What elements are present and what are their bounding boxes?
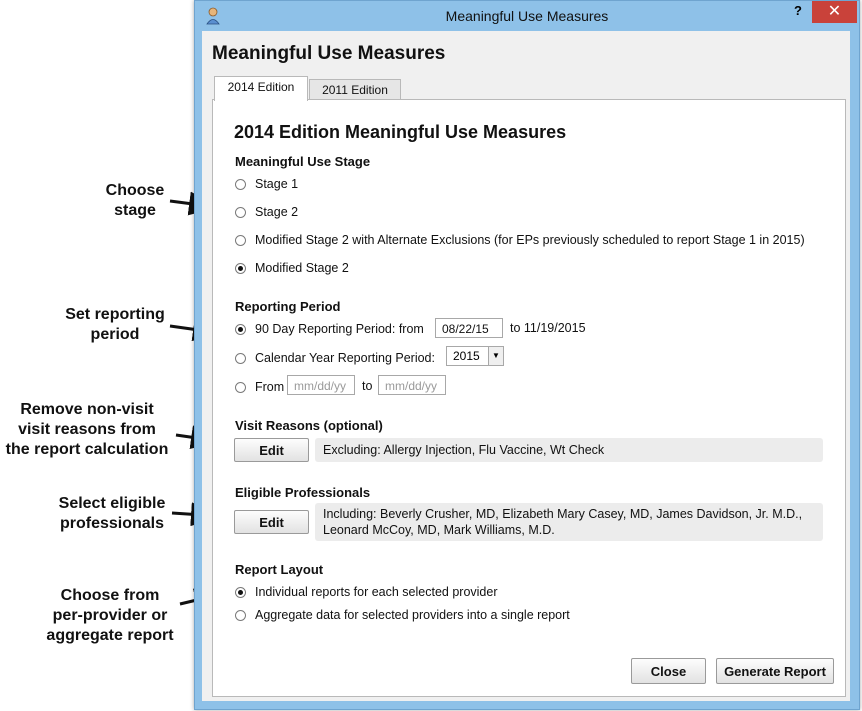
radio-label: Stage 1 bbox=[255, 177, 299, 191]
tab-2011-edition[interactable]: 2011 Edition bbox=[309, 79, 401, 100]
radio-stage-2[interactable]: Stage 2 bbox=[235, 203, 298, 221]
radio-90-day[interactable]: 90 Day Reporting Period: from bbox=[235, 320, 424, 338]
radio-button[interactable] bbox=[235, 262, 246, 274]
custom-to-field[interactable]: mm/dd/yy bbox=[378, 375, 446, 395]
professionals-summary: Including: Beverly Crusher, MD, Elizabet… bbox=[315, 503, 823, 541]
radio-button[interactable] bbox=[235, 381, 246, 393]
radio-label: Individual reports for each selected pro… bbox=[255, 585, 498, 599]
professionals-line-1: Including: Beverly Crusher, MD, Elizabet… bbox=[323, 507, 803, 521]
dialog-client: Meaningful Use Measures 2014 Edition 201… bbox=[202, 31, 850, 701]
chevron-down-icon[interactable]: ▼ bbox=[488, 347, 503, 365]
window-title: Meaningful Use Measures bbox=[445, 8, 609, 24]
radio-label: From bbox=[255, 380, 285, 394]
radio-label: Calendar Year Reporting Period: bbox=[255, 351, 435, 365]
radio-individual-reports[interactable]: Individual reports for each selected pro… bbox=[235, 583, 498, 601]
radio-label: Modified Stage 2 with Alternate Exclusio… bbox=[255, 233, 805, 247]
dialog-window: Meaningful Use Measures ? ✕ Meaningful U… bbox=[194, 0, 860, 710]
radio-calendar-year[interactable]: Calendar Year Reporting Period: bbox=[235, 349, 435, 367]
radio-stage-1[interactable]: Stage 1 bbox=[235, 175, 298, 193]
tab-2014-edition[interactable]: 2014 Edition bbox=[214, 76, 308, 101]
radio-button[interactable] bbox=[235, 234, 246, 246]
radio-aggregate-report[interactable]: Aggregate data for selected providers in… bbox=[235, 606, 570, 624]
radio-custom-range[interactable]: From bbox=[235, 378, 284, 396]
radio-label: 90 Day Reporting Period: from bbox=[255, 322, 424, 336]
layout-heading: Report Layout bbox=[235, 562, 324, 577]
from-date-field[interactable]: 08/22/15 bbox=[435, 318, 503, 338]
to-date-text: to 11/19/2015 bbox=[510, 321, 586, 335]
period-heading: Reporting Period bbox=[235, 299, 341, 314]
radio-button[interactable] bbox=[235, 352, 246, 364]
custom-to-label: to bbox=[362, 379, 373, 393]
radio-button[interactable] bbox=[235, 206, 246, 218]
radio-button[interactable] bbox=[235, 586, 246, 598]
professionals-heading: Eligible Professionals bbox=[235, 485, 371, 500]
dialog-heading: Meaningful Use Measures bbox=[212, 43, 446, 64]
radio-modified-stage-2[interactable]: Modified Stage 2 bbox=[235, 259, 349, 277]
radio-modified-stage-2-alt[interactable]: Modified Stage 2 with Alternate Exclusio… bbox=[235, 231, 805, 249]
radio-label: Aggregate data for selected providers in… bbox=[255, 608, 570, 622]
edit-visit-reasons-button[interactable]: Edit bbox=[234, 438, 309, 462]
panel-title: 2014 Edition Meaningful Use Measures bbox=[234, 122, 567, 142]
year-select[interactable]: 2015 ▼ bbox=[446, 346, 504, 366]
help-button[interactable]: ? bbox=[791, 3, 805, 21]
edit-professionals-button[interactable]: Edit bbox=[234, 510, 309, 534]
radio-button[interactable] bbox=[235, 609, 246, 621]
radio-label: Modified Stage 2 bbox=[255, 261, 349, 275]
tab-panel: 2014 Edition Meaningful Use Measures Mea… bbox=[212, 99, 846, 697]
year-value: 2015 bbox=[453, 349, 480, 363]
close-window-button[interactable]: ✕ bbox=[812, 1, 857, 23]
title-bar[interactable]: Meaningful Use Measures ? ✕ bbox=[195, 1, 859, 31]
close-button[interactable]: Close bbox=[631, 658, 706, 684]
custom-from-field[interactable]: mm/dd/yy bbox=[287, 375, 355, 395]
visit-reasons-heading: Visit Reasons (optional) bbox=[235, 418, 383, 433]
radio-button[interactable] bbox=[235, 178, 246, 190]
stage-heading: Meaningful Use Stage bbox=[235, 154, 371, 169]
radio-label: Stage 2 bbox=[255, 205, 299, 219]
professionals-line-2: Leonard McCoy, MD, Mark Williams, M.D. bbox=[323, 523, 555, 537]
visit-reasons-summary: Excluding: Allergy Injection, Flu Vaccin… bbox=[315, 438, 823, 462]
generate-report-button[interactable]: Generate Report bbox=[716, 658, 834, 684]
radio-button[interactable] bbox=[235, 323, 246, 335]
